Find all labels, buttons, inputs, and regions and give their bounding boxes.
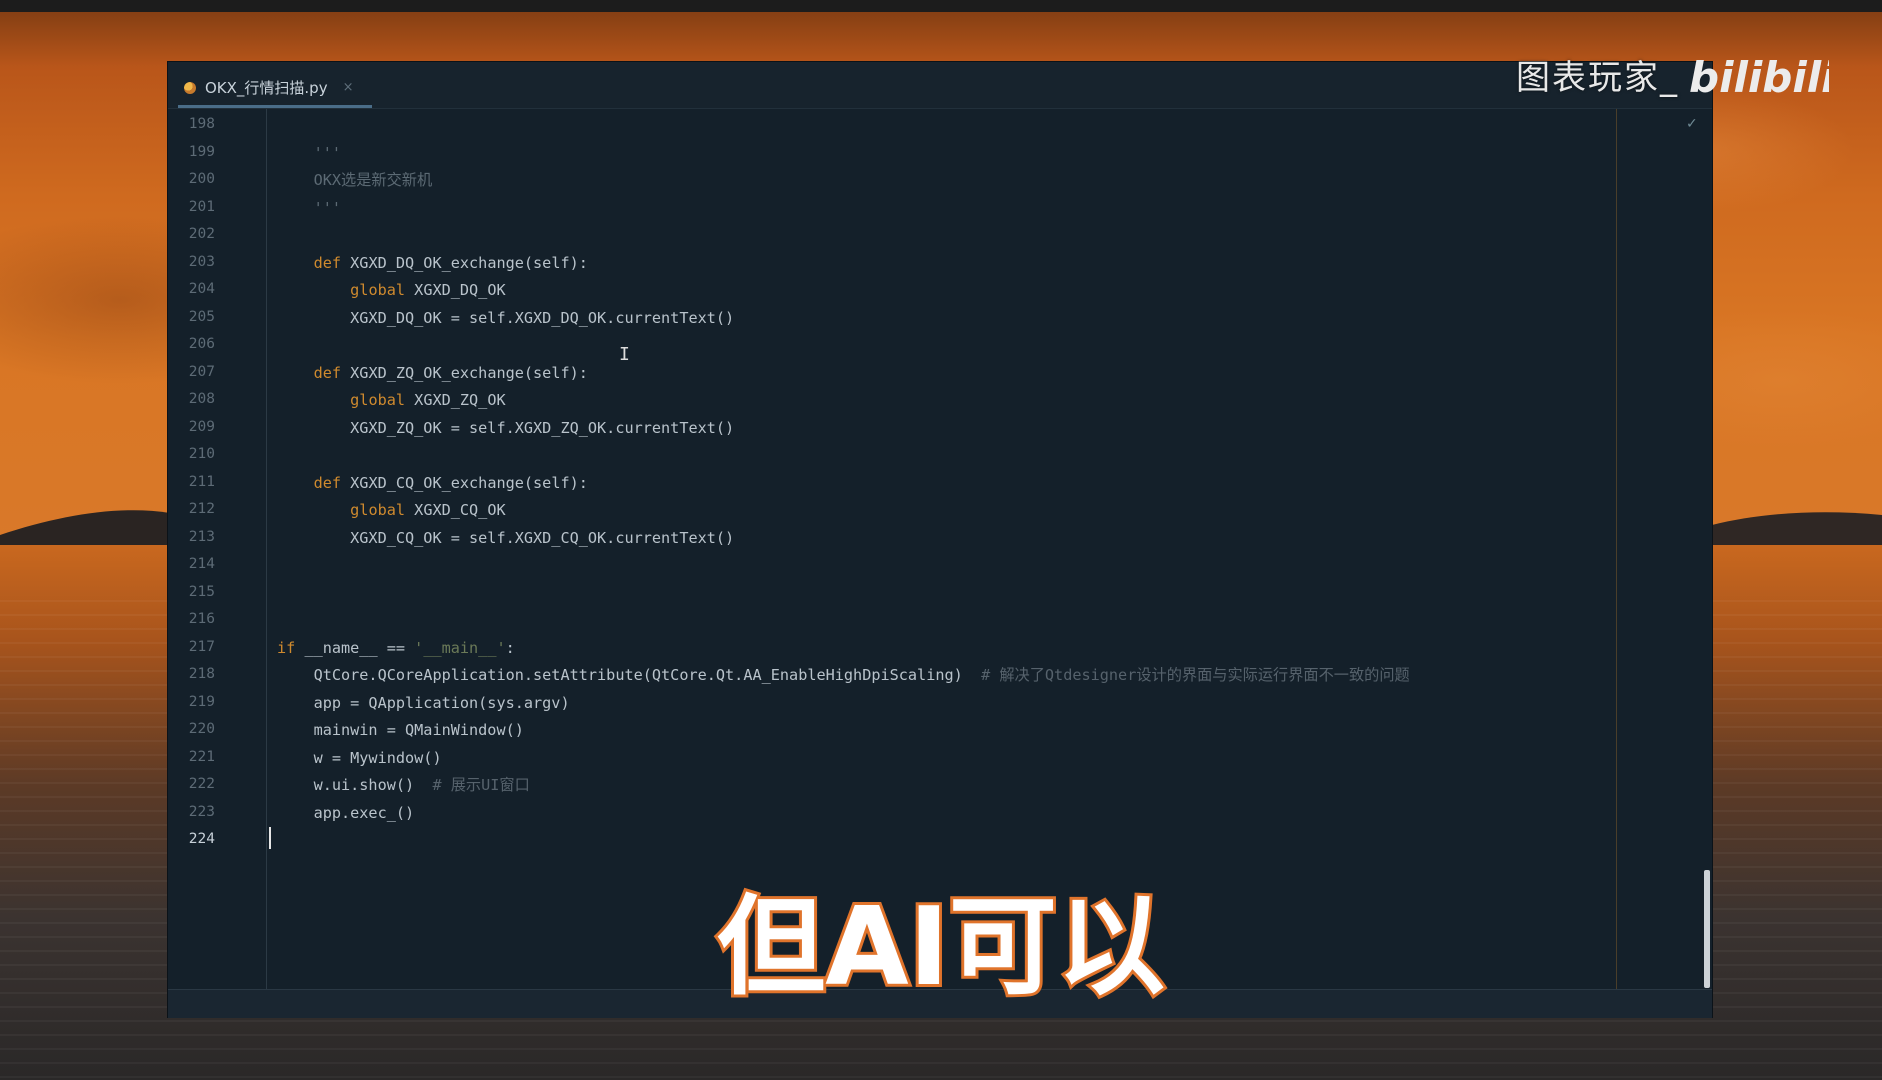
- line-number: 201: [188, 198, 215, 215]
- line-number: 205: [188, 308, 215, 325]
- line-number: 224: [188, 831, 215, 847]
- code-token: global: [350, 391, 406, 409]
- line-number: 207: [188, 363, 215, 380]
- line-number: 211: [188, 473, 215, 490]
- code-token: XGXD_CQ_OK = self.XGXD_CQ_OK.currentText…: [277, 528, 735, 547]
- code-token: XGXD_CQ_OK: [405, 501, 506, 519]
- code-token: ''': [277, 198, 342, 217]
- code-line[interactable]: XGXD_CQ_OK = self.XGXD_CQ_OK.currentText…: [277, 525, 734, 552]
- code-token: # 展示UI窗口: [432, 776, 530, 794]
- line-number: 206: [188, 336, 215, 352]
- code-line[interactable]: global XGXD_CQ_OK: [277, 497, 506, 524]
- code-token: QtCore.QCoreApplication.setAttribute(QtC…: [277, 666, 982, 684]
- code-line[interactable]: app.exec_(): [277, 800, 415, 827]
- line-number: 223: [188, 803, 215, 820]
- line-number: 218: [188, 666, 215, 682]
- text-caret: [269, 827, 271, 849]
- code-line[interactable]: def XGXD_DQ_OK_exchange(self):: [277, 250, 588, 277]
- code-line[interactable]: OKX选是新交新机: [277, 167, 433, 194]
- code-line[interactable]: global XGXD_ZQ_OK: [277, 387, 506, 414]
- bilibili-logo: bilibili: [1689, 53, 1829, 102]
- code-token: app.exec_(): [277, 803, 415, 822]
- code-line[interactable]: global XGXD_DQ_OK: [277, 277, 506, 304]
- tab-okx-file[interactable]: OKX_行情扫描.py ×: [178, 70, 372, 108]
- line-number: 209: [188, 418, 215, 435]
- code-line[interactable]: QtCore.QCoreApplication.setAttribute(QtC…: [277, 662, 1410, 689]
- line-number: 215: [188, 583, 215, 600]
- code-token: __name__ ==: [295, 638, 415, 657]
- text-cursor-icon: I: [619, 344, 630, 365]
- code-token: XGXD_ZQ_OK_exchange(self):: [341, 363, 588, 382]
- line-number: 217: [188, 638, 215, 655]
- line-number: 210: [188, 446, 215, 462]
- close-icon[interactable]: ×: [343, 80, 354, 95]
- code-token: XGXD_ZQ_OK: [405, 391, 506, 409]
- code-token: ''': [277, 143, 342, 162]
- python-file-icon: [184, 81, 198, 95]
- line-number: 222: [188, 776, 215, 792]
- line-number: 202: [188, 226, 215, 242]
- line-number: 219: [188, 693, 215, 710]
- code-token: global: [350, 501, 406, 519]
- code-token: XGXD_ZQ_OK = self.XGXD_ZQ_OK.currentText…: [277, 418, 735, 437]
- code-token: def: [313, 253, 342, 272]
- check-icon: ✓: [1686, 116, 1698, 132]
- code-line[interactable]: if __name__ == '__main__':: [277, 635, 515, 662]
- code-line[interactable]: w.ui.show() # 展示UI窗口: [277, 772, 530, 799]
- code-token: OKX选是新交新机: [277, 171, 433, 189]
- line-number-gutter: 198 199 200 201 202 203 204 205 206 207 208 209 210 2…: [168, 109, 267, 989]
- tab-bar: OKX_行情扫描.py ×: [168, 62, 1712, 109]
- watermark-text: 图表玩家_: [1516, 57, 1679, 98]
- code-line[interactable]: w = Mywindow(): [277, 745, 442, 772]
- code-line[interactable]: app = QApplication(sys.argv): [277, 690, 570, 717]
- line-number: 204: [188, 281, 215, 297]
- code-token: global: [350, 281, 406, 299]
- line-number: 220: [188, 721, 215, 737]
- line-number: 213: [188, 528, 215, 545]
- video-subtitle: 但AI可以: [714, 882, 1168, 1013]
- code-token: XGXD_DQ_OK = self.XGXD_DQ_OK.currentText…: [277, 308, 735, 327]
- code-token: :: [505, 638, 515, 657]
- code-line[interactable]: def XGXD_CQ_OK_exchange(self):: [277, 470, 588, 497]
- code-line[interactable]: XGXD_ZQ_OK = self.XGXD_ZQ_OK.currentText…: [277, 415, 734, 442]
- video-watermark: 图表玩家_ bilibili: [1516, 44, 1829, 104]
- code-token: # 解决了Qtdesigner设计的界面与实际运行界面不一致的问题: [981, 666, 1410, 684]
- code-token: mainwin = QMainWindow(): [277, 721, 524, 739]
- right-margin-guide: [1616, 109, 1617, 989]
- code-line[interactable]: mainwin = QMainWindow(): [277, 717, 524, 744]
- code-line[interactable]: ''': [277, 140, 341, 167]
- line-number: 199: [188, 143, 215, 160]
- top-strip: [0, 0, 1882, 12]
- code-token: XGXD_DQ_OK_exchange(self):: [341, 253, 588, 272]
- code-line[interactable]: def XGXD_ZQ_OK_exchange(self):: [277, 360, 588, 387]
- code-text-area[interactable]: ''' OKX选是新交新机 ''' def XGXD_DQ_OK_exchang…: [267, 109, 1616, 989]
- line-number: 203: [188, 253, 215, 270]
- code-token: XGXD_CQ_OK_exchange(self):: [341, 473, 588, 492]
- code-token: app = QApplication(sys.argv): [277, 693, 570, 712]
- line-number: 198: [188, 116, 215, 132]
- code-token: if: [277, 638, 296, 657]
- code-token: w = Mywindow(): [277, 748, 442, 767]
- tab-label: OKX_行情扫描.py: [205, 79, 328, 97]
- code-token: def: [313, 363, 342, 382]
- line-number: 214: [188, 556, 215, 572]
- code-line[interactable]: XGXD_DQ_OK = self.XGXD_DQ_OK.currentText…: [277, 305, 734, 332]
- code-line[interactable]: ''': [277, 195, 341, 222]
- line-number: 200: [188, 171, 215, 187]
- code-token: XGXD_DQ_OK: [405, 281, 506, 299]
- line-number: 216: [188, 611, 215, 627]
- line-number: 208: [188, 391, 215, 407]
- svg-text:bilibili: bilibili: [1689, 53, 1829, 102]
- code-token: def: [313, 473, 342, 492]
- line-number: 221: [188, 748, 215, 765]
- line-number: 212: [188, 501, 215, 517]
- code-token: '__main__': [414, 638, 506, 657]
- code-token: w.ui.show(): [277, 776, 433, 794]
